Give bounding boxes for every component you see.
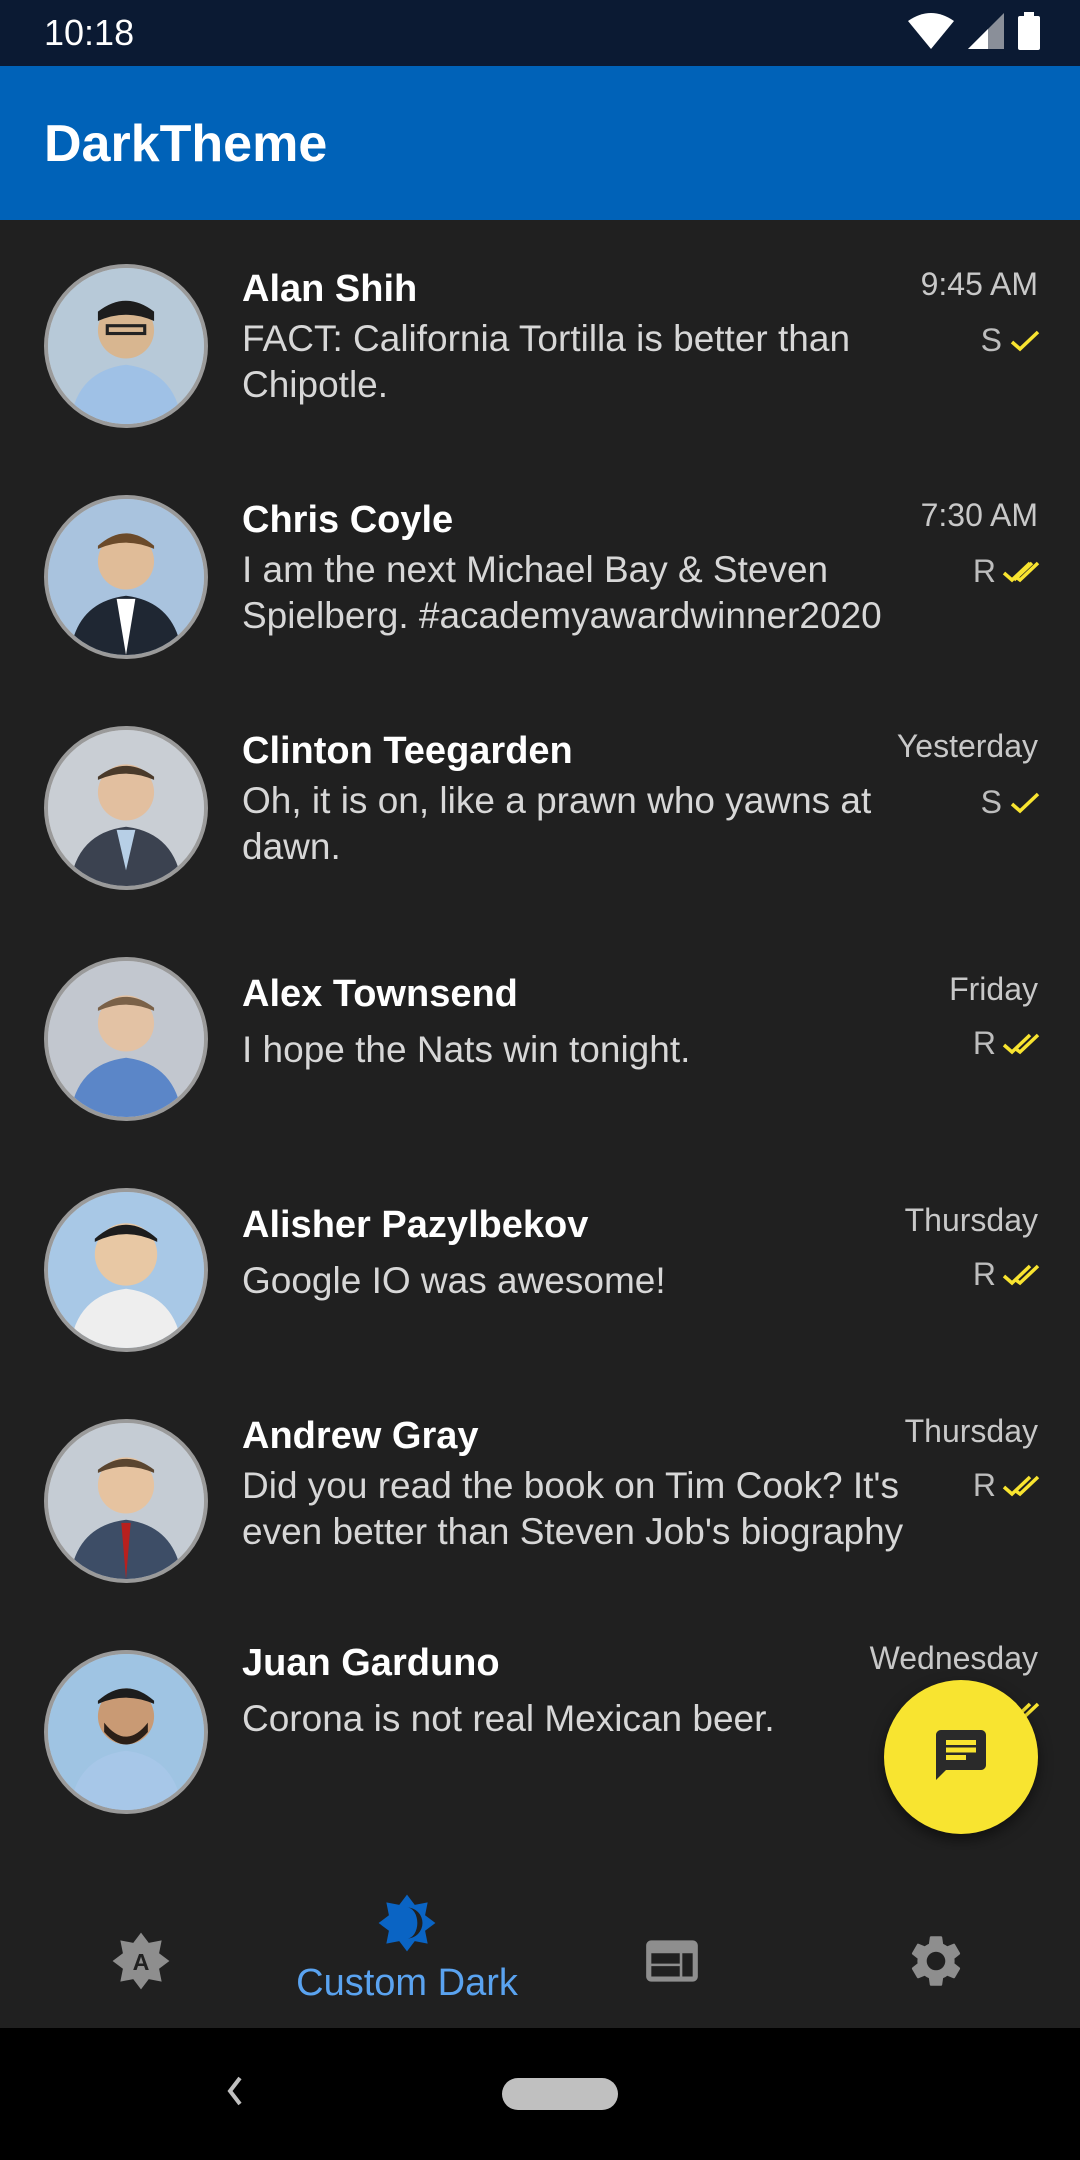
new-message-fab[interactable] — [884, 1680, 1038, 1834]
message-preview: I am the next Michael Bay & Steven Spiel… — [242, 549, 882, 636]
list-item[interactable]: Alex Townsend I hope the Nats win tonigh… — [0, 913, 1080, 1144]
double-check-icon — [1002, 1473, 1042, 1499]
list-item[interactable]: Alan Shih FACT: California Tortilla is b… — [0, 220, 1080, 451]
contact-name: Chris Coyle — [242, 499, 454, 541]
avatar — [44, 957, 208, 1121]
double-check-icon — [1002, 559, 1042, 585]
status-time: 10:18 — [44, 12, 135, 53]
list-item[interactable]: Chris Coyle I am the next Michael Bay & … — [0, 451, 1080, 682]
home-pill[interactable] — [502, 2078, 618, 2110]
message-preview: FACT: California Tortilla is better than… — [242, 318, 851, 405]
cell-signal-icon — [968, 12, 1004, 54]
nav-item-auto-theme[interactable]: A — [6, 1850, 276, 2028]
message-preview: Oh, it is on, like a prawn who yawns at … — [242, 780, 872, 867]
list-item[interactable]: Clinton Teegarden Oh, it is on, like a p… — [0, 682, 1080, 913]
message-time: Friday — [949, 971, 1038, 1007]
wifi-icon — [908, 12, 954, 54]
contact-name: Clinton Teegarden — [242, 730, 573, 772]
list-item[interactable]: Andrew Gray Did you read the book on Tim… — [0, 1375, 1080, 1606]
status-letter: S — [980, 784, 1002, 820]
status-letter: S — [980, 322, 1002, 358]
message-time: Thursday — [904, 1413, 1038, 1449]
check-icon — [1008, 790, 1042, 816]
check-icon — [1008, 328, 1042, 354]
message-time: 9:45 AM — [920, 266, 1038, 302]
bottom-navigation: A Custom Dark — [0, 1850, 1080, 2028]
avatar — [44, 264, 208, 428]
avatar — [44, 726, 208, 890]
message-preview: Did you read the book on Tim Cook? It's … — [242, 1465, 904, 1552]
status-letter: R — [972, 553, 996, 589]
contact-name: Andrew Gray — [242, 1415, 479, 1457]
status-bar: 10:18 — [0, 0, 1080, 66]
contact-name: Alan Shih — [242, 268, 418, 310]
message-status: R — [973, 1256, 1042, 1293]
message-time: Wednesday — [869, 1640, 1038, 1676]
avatar — [44, 1188, 208, 1352]
message-status: S — [981, 322, 1042, 359]
message-status: R — [973, 1025, 1042, 1062]
nav-item-settings[interactable] — [801, 1850, 1071, 2028]
double-check-icon — [1002, 1262, 1042, 1288]
status-letter: R — [972, 1025, 996, 1061]
app-bar: DarkTheme — [0, 66, 1080, 220]
avatar — [44, 1419, 208, 1583]
conversation-list: Alan Shih FACT: California Tortilla is b… — [0, 220, 1080, 1837]
battery-icon — [1018, 11, 1040, 55]
nav-label-custom-dark: Custom Dark — [296, 1962, 518, 2004]
message-icon — [931, 1725, 991, 1790]
avatar — [44, 495, 208, 659]
gear-icon — [905, 1930, 967, 1997]
svg-text:A: A — [133, 1949, 150, 1975]
message-preview: Corona is not real Mexican beer. — [242, 1698, 775, 1739]
message-time: Yesterday — [896, 728, 1038, 764]
list-item[interactable]: Alisher Pazylbekov Google IO was awesome… — [0, 1144, 1080, 1375]
contact-name: Alisher Pazylbekov — [242, 1204, 589, 1246]
system-navigation-bar — [0, 2028, 1080, 2160]
avatar — [44, 1650, 208, 1814]
web-icon — [641, 1930, 703, 1997]
status-letter: R — [972, 1256, 996, 1292]
message-status: R — [973, 553, 1042, 590]
auto-theme-icon: A — [110, 1930, 172, 1997]
back-icon[interactable] — [220, 2068, 250, 2119]
status-letter: R — [972, 1467, 996, 1503]
message-status: S — [981, 784, 1042, 821]
nav-item-custom-dark[interactable]: Custom Dark — [272, 1850, 542, 2028]
page-title: DarkTheme — [44, 115, 328, 173]
contact-name: Juan Garduno — [242, 1642, 500, 1684]
message-preview: I hope the Nats win tonight. — [242, 1029, 691, 1070]
message-time: Thursday — [904, 1202, 1038, 1238]
message-status: R — [973, 1467, 1042, 1504]
message-preview: Google IO was awesome! — [242, 1260, 666, 1301]
contact-name: Alex Townsend — [242, 973, 518, 1015]
nav-item-web[interactable] — [537, 1850, 807, 2028]
double-check-icon — [1002, 1031, 1042, 1057]
message-time: 7:30 AM — [920, 497, 1038, 533]
brightness-icon — [376, 1892, 438, 1959]
